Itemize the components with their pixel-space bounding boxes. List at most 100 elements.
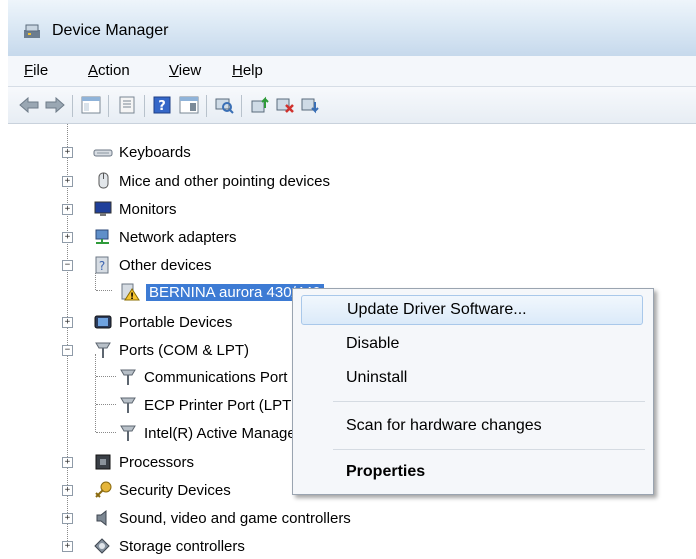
menu-item-label: Scan for hardware changes <box>346 417 542 434</box>
tree-item-sound-video-game[interactable]: Sound, video and game controllers <box>93 505 351 531</box>
mouse-icon <box>98 172 109 189</box>
view-icon[interactable] <box>178 95 200 115</box>
expand-button[interactable]: + <box>62 317 73 328</box>
expand-button[interactable]: + <box>62 485 73 496</box>
properties-icon[interactable] <box>116 95 138 115</box>
menu-file[interactable]: File <box>24 62 48 79</box>
help-icon[interactable]: ? <box>151 95 173 115</box>
uninstall-icon[interactable] <box>274 95 296 115</box>
expand-button[interactable]: + <box>62 541 73 552</box>
toolbar-separator <box>108 95 109 117</box>
disable-menu-item[interactable]: Disable <box>301 329 643 359</box>
toolbar-separator <box>206 95 207 117</box>
enable-device-icon[interactable] <box>299 95 321 115</box>
menu-file-accelerator: F <box>24 62 34 79</box>
collapse-button[interactable]: − <box>62 260 73 271</box>
network-adapter-icon <box>95 229 109 244</box>
tree-item-label: Other devices <box>119 256 212 274</box>
port-icon <box>120 369 136 385</box>
speaker-icon <box>96 509 107 527</box>
tree-item-label: Portable Devices <box>119 313 233 331</box>
tree-item-processors[interactable]: Processors <box>93 449 194 475</box>
menu-help-label: elp <box>242 62 263 79</box>
security-key-icon <box>95 481 112 498</box>
svg-text:!: ! <box>130 292 134 301</box>
update-driver-menu-item[interactable]: Update Driver Software... <box>301 295 643 325</box>
warning-device-icon: ! <box>121 283 140 301</box>
tree-item-security-devices[interactable]: Security Devices <box>93 477 231 503</box>
tree-item-ecp-printer-port[interactable]: ECP Printer Port (LPT1) <box>118 392 305 418</box>
menu-bar: File Action View Help <box>8 56 696 87</box>
expand-button[interactable]: + <box>62 176 73 187</box>
back-arrow-icon[interactable] <box>18 95 40 115</box>
svg-text:?: ? <box>99 259 105 273</box>
title-bar[interactable]: Device Manager <box>8 0 696 56</box>
tree-item-monitors[interactable]: Monitors <box>93 196 177 222</box>
portable-device-icon <box>94 315 112 329</box>
menu-action-label: ction <box>98 62 130 79</box>
monitor-icon <box>94 201 112 216</box>
menu-separator <box>333 401 645 402</box>
toolbar: ? <box>8 87 696 124</box>
menu-help-accelerator: H <box>232 62 243 79</box>
window-title: Device Manager <box>52 22 169 39</box>
context-menu: Update Driver Software... Disable Uninst… <box>292 288 654 495</box>
device-manager-icon <box>24 24 40 38</box>
uninstall-menu-item[interactable]: Uninstall <box>301 363 643 393</box>
tree-item-keyboards[interactable]: Keyboards <box>93 139 191 165</box>
menu-separator <box>333 449 645 450</box>
expand-button[interactable]: + <box>62 232 73 243</box>
expand-button[interactable]: + <box>62 204 73 215</box>
collapse-button[interactable]: − <box>62 345 73 356</box>
menu-action-accelerator: A <box>88 62 99 79</box>
port-icon <box>120 397 136 413</box>
tree-item-label: Network adapters <box>119 228 237 246</box>
menu-file-label: ile <box>33 62 49 79</box>
update-driver-icon[interactable] <box>249 95 271 115</box>
menu-view-accelerator: V <box>169 62 179 79</box>
show-hide-tree-icon[interactable] <box>80 95 102 115</box>
tree-connector <box>96 432 116 433</box>
properties-menu-item[interactable]: Properties <box>301 457 643 487</box>
tree-connector <box>96 404 116 405</box>
tree-item-portable-devices[interactable]: Portable Devices <box>93 309 232 335</box>
scan-hardware-icon[interactable] <box>213 95 235 115</box>
device-manager-window: Device Manager File Action View Help ? +… <box>8 0 696 555</box>
menu-help[interactable]: Help <box>232 62 263 79</box>
expand-button[interactable]: + <box>62 457 73 468</box>
toolbar-separator <box>241 95 242 117</box>
tree-item-storage-controllers[interactable]: Storage controllers <box>93 533 245 559</box>
menu-action[interactable]: Action <box>88 62 130 79</box>
tree-connector <box>95 354 96 432</box>
forward-arrow-icon[interactable] <box>44 95 66 115</box>
tree-item-mice[interactable]: Mice and other pointing devices <box>93 168 330 194</box>
menu-view[interactable]: View <box>169 62 201 79</box>
tree-item-label: Storage controllers <box>119 537 245 555</box>
port-icon <box>95 342 111 358</box>
menu-item-label: Uninstall <box>346 369 408 386</box>
scan-hardware-menu-item[interactable]: Scan for hardware changes <box>301 411 643 441</box>
processor-icon <box>95 454 111 470</box>
tree-item-label: Sound, video and game controllers <box>119 509 351 527</box>
tree-item-label: Processors <box>119 453 195 471</box>
tree-item-label: ECP Printer Port (LPT1) <box>144 396 305 414</box>
menu-view-label: iew <box>178 62 202 79</box>
tree-item-ports[interactable]: Ports (COM & LPT) <box>93 337 249 363</box>
tree-item-label: Ports (COM & LPT) <box>119 341 250 359</box>
expand-button[interactable]: + <box>62 513 73 524</box>
tree-item-label: Keyboards <box>119 143 191 161</box>
tree-item-network-adapters[interactable]: Network adapters <box>93 224 237 250</box>
svg-text:?: ? <box>158 99 166 114</box>
tree-item-label: Mice and other pointing devices <box>119 172 330 190</box>
tree-connector <box>96 376 116 377</box>
tree-connector <box>96 290 112 291</box>
menu-item-label: Disable <box>346 335 400 352</box>
port-icon <box>120 425 136 441</box>
tree-item-other-devices[interactable]: ? Other devices <box>93 252 212 278</box>
tree-item-label: Security Devices <box>119 481 231 499</box>
tree-item-label: Monitors <box>119 200 177 218</box>
menu-item-label: Update Driver Software... <box>347 301 527 318</box>
toolbar-separator <box>144 95 145 117</box>
expand-button[interactable]: + <box>62 147 73 158</box>
unknown-device-icon: ? <box>95 256 109 274</box>
